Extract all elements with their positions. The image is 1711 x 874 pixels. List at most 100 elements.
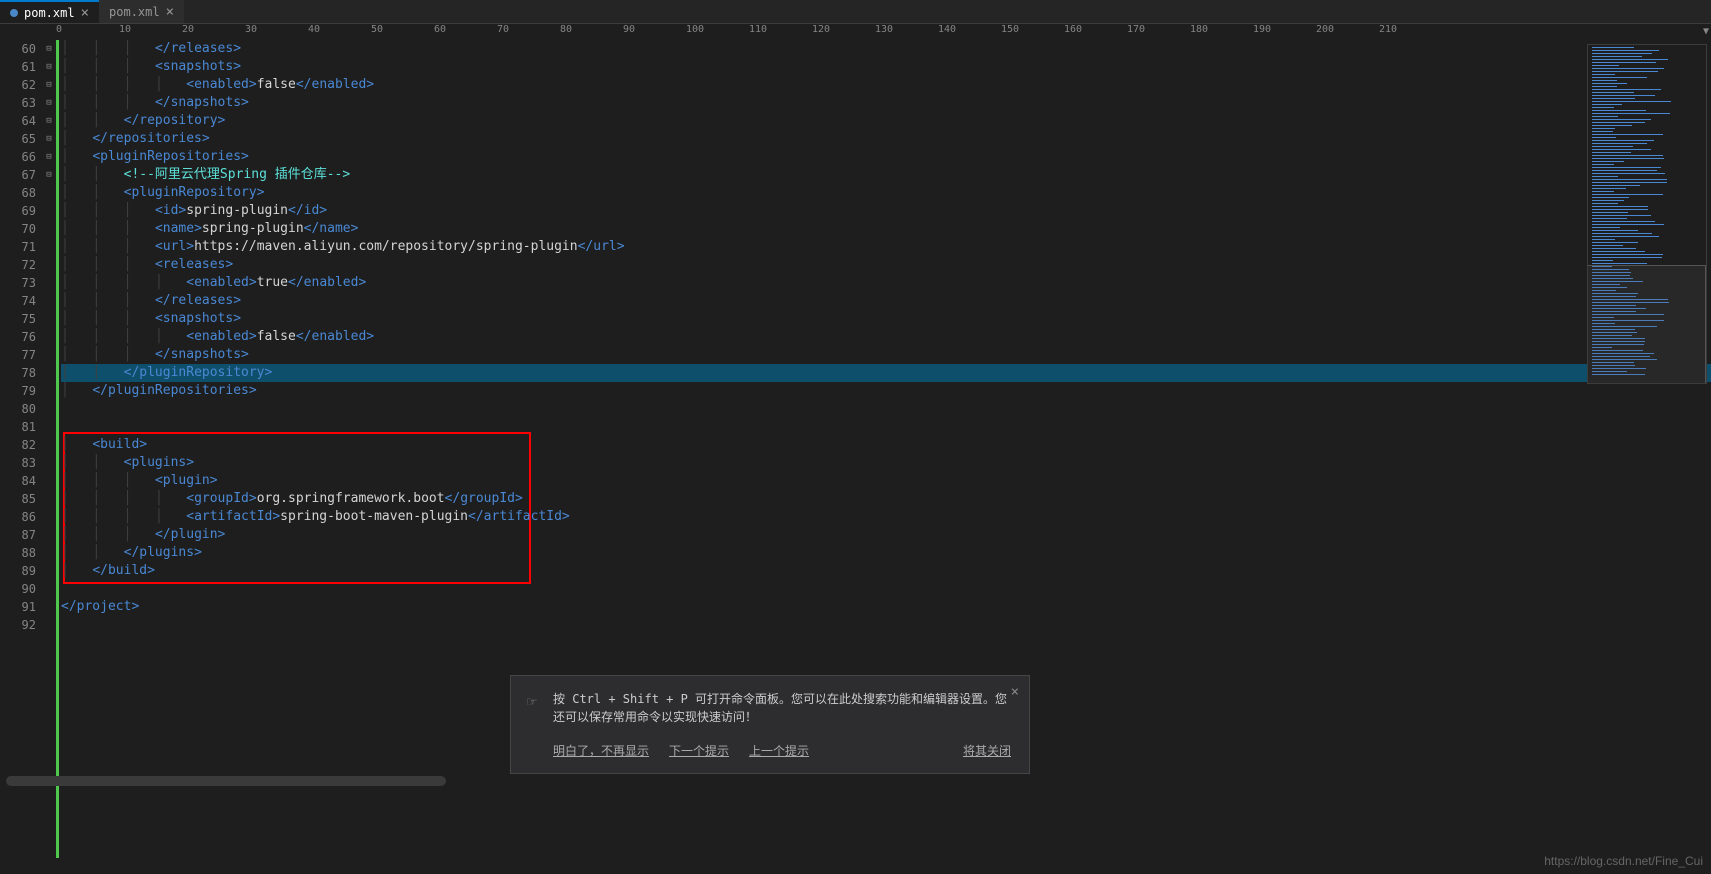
code-line[interactable] [61,616,1711,634]
line-number: 63 [0,94,36,112]
code-line[interactable]: │ │ <pluginRepository> [61,184,1711,202]
code-line[interactable]: │ │ │ </releases> [61,292,1711,310]
ruler-mark: 20 [182,24,194,35]
ruler-mark: 200 [1316,24,1334,35]
tab-label: pom.xml [109,5,160,19]
code-line[interactable]: │ │ │ <releases> [61,256,1711,274]
line-number: 77 [0,346,36,364]
tip-next-link[interactable]: 下一个提示 [669,742,729,759]
ruler-mark: 70 [497,24,509,35]
tip-prev-link[interactable]: 上一个提示 [749,742,809,759]
dropdown-icon[interactable]: ▼ [1703,26,1709,37]
minimap-viewport[interactable] [1587,265,1706,384]
fold-toggle-icon[interactable]: ⊟ [42,130,56,148]
line-number: 65 [0,130,36,148]
code-line[interactable]: │ │ <plugins> [61,454,1711,472]
line-number: 67 [0,166,36,184]
tip-popup: × ☞ 按 Ctrl + Shift + P 可打开命令面板。您可以在此处搜索功… [510,675,1030,774]
code-line[interactable]: │ │ │ </snapshots> [61,94,1711,112]
ruler-mark: 10 [119,24,131,35]
line-number: 90 [0,580,36,598]
fold-toggle-icon[interactable]: ⊟ [42,166,56,184]
ruler-mark: 0 [56,24,62,35]
code-line[interactable]: │ │ </plugins> [61,544,1711,562]
line-number: 60 [0,40,36,58]
line-number: 74 [0,292,36,310]
ruler-mark: 40 [308,24,320,35]
code-line[interactable]: │ │ │ <snapshots> [61,310,1711,328]
tip-dismiss-link[interactable]: 明白了，不再显示 [553,742,649,759]
code-line[interactable]: │ <pluginRepositories> [61,148,1711,166]
ruler-mark: 100 [686,24,704,35]
code-line[interactable]: │ │ │ <snapshots> [61,58,1711,76]
line-number: 87 [0,526,36,544]
code-line[interactable]: │ </repositories> [61,130,1711,148]
ruler-mark: 130 [875,24,893,35]
code-line[interactable]: │ │ │ │ <artifactId>spring-boot-maven-pl… [61,508,1711,526]
fold-toggle-icon[interactable]: ⊟ [42,40,56,58]
code-line[interactable]: │ │ │ <id>spring-plugin</id> [61,202,1711,220]
line-number: 62 [0,76,36,94]
line-number: 80 [0,400,36,418]
line-number: 79 [0,382,36,400]
minimap[interactable] [1587,44,1707,384]
code-line[interactable]: │ │ │ </releases> [61,40,1711,58]
ruler-mark: 150 [1001,24,1019,35]
tab-bar: pom.xml × pom.xml × [0,0,1711,24]
close-icon[interactable]: × [81,5,89,21]
tab-pom-active[interactable]: pom.xml × [0,0,99,23]
code-line[interactable]: │ │ │ │ <enabled>false</enabled> [61,76,1711,94]
code-line[interactable]: │ │ │ │ <groupId>org.springframework.boo… [61,490,1711,508]
hand-point-icon: ☞ [527,692,537,711]
column-ruler: 0102030405060708090100110120130140150160… [0,24,1711,40]
close-icon[interactable]: × [166,4,174,20]
line-number: 86 [0,508,36,526]
fold-toggle-icon[interactable]: ⊟ [42,148,56,166]
ruler-mark: 120 [812,24,830,35]
modified-dot-icon [10,9,18,17]
line-number: 68 [0,184,36,202]
fold-toggle-icon[interactable]: ⊟ [42,58,56,76]
watermark-text: https://blog.csdn.net/Fine_Cui [1544,854,1703,868]
fold-toggle-icon[interactable]: ⊟ [42,112,56,130]
line-number: 85 [0,490,36,508]
code-line[interactable]: │ │ </repository> [61,112,1711,130]
fold-toggle-icon[interactable]: ⊟ [42,94,56,112]
code-line[interactable] [61,418,1711,436]
code-line[interactable]: │ │ </pluginRepository> [61,364,1711,382]
ruler-mark: 180 [1190,24,1208,35]
line-number: 92 [0,616,36,634]
code-line[interactable]: │ │ <!--阿里云代理Spring 插件仓库--> [61,166,1711,184]
code-line[interactable] [61,580,1711,598]
tip-close-link[interactable]: 将其关闭 [963,742,1011,759]
code-line[interactable]: │ │ │ <plugin> [61,472,1711,490]
code-line[interactable]: │ │ │ <url>https://maven.aliyun.com/repo… [61,238,1711,256]
ruler-mark: 80 [560,24,572,35]
close-icon[interactable]: × [1011,684,1019,700]
code-line[interactable]: │ </pluginRepositories> [61,382,1711,400]
code-line[interactable]: │ </build> [61,562,1711,580]
code-line[interactable]: </project> [61,598,1711,616]
code-line[interactable]: │ │ │ │ <enabled>false</enabled> [61,328,1711,346]
line-number: 61 [0,58,36,76]
code-line[interactable]: │ │ │ │ <enabled>true</enabled> [61,274,1711,292]
line-number: 73 [0,274,36,292]
code-line[interactable]: │ │ │ </snapshots> [61,346,1711,364]
horizontal-scrollbar[interactable] [6,776,446,786]
fold-gutter: ⊟⊟⊟⊟⊟⊟⊟⊟ [42,40,56,858]
fold-toggle-icon[interactable]: ⊟ [42,76,56,94]
line-number: 76 [0,328,36,346]
ruler-mark: 140 [938,24,956,35]
code-line[interactable]: │ │ │ </plugin> [61,526,1711,544]
code-line[interactable] [61,400,1711,418]
ruler-mark: 30 [245,24,257,35]
line-number: 83 [0,454,36,472]
ruler-mark: 50 [371,24,383,35]
code-line[interactable]: │ │ │ <name>spring-plugin</name> [61,220,1711,238]
tab-pom-inactive[interactable]: pom.xml × [99,0,184,23]
tip-message: 按 Ctrl + Shift + P 可打开命令面板。您可以在此处搜索功能和编辑… [553,690,1011,726]
line-number: 88 [0,544,36,562]
ruler-mark: 110 [749,24,767,35]
line-number-gutter: 6061626364656667686970717273747576777879… [0,40,42,858]
code-line[interactable]: │ <build> [61,436,1711,454]
